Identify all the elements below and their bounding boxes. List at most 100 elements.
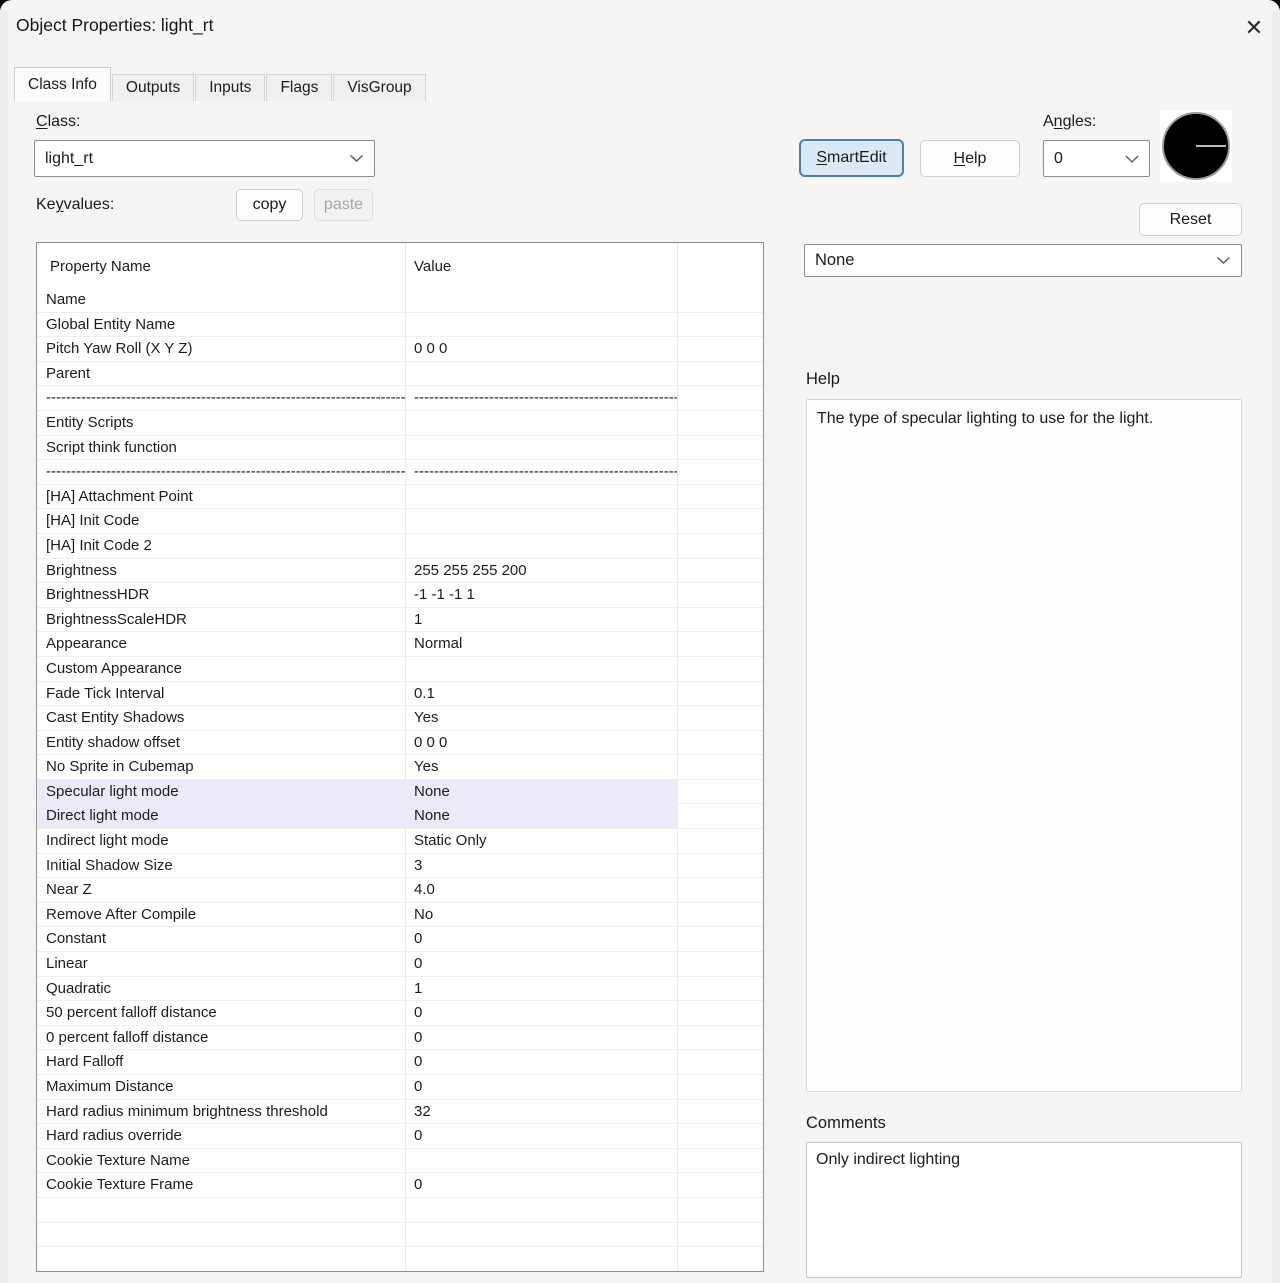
table-cell-value [406, 411, 678, 435]
tab-outputs[interactable]: Outputs [112, 74, 194, 101]
table-row[interactable]: Hard radius minimum brightness threshold… [37, 1100, 763, 1125]
table-cell-name: ----------------------------------------… [37, 386, 406, 410]
table-cell-name: Fade Tick Interval [37, 682, 406, 706]
table-cell-name: Global Entity Name [37, 313, 406, 337]
chevron-down-icon [1216, 256, 1231, 265]
table-cell-value: 1 [406, 608, 678, 632]
table-row[interactable]: Fade Tick Interval0.1 [37, 682, 763, 707]
table-cell-name: BrightnessScaleHDR [37, 608, 406, 632]
table-row[interactable]: Pitch Yaw Roll (X Y Z)0 0 0 [37, 337, 763, 362]
angle-dial-needle [1196, 145, 1226, 147]
table-cell-value: 0 [406, 1026, 678, 1050]
table-row[interactable]: Name [37, 288, 763, 313]
table-cell-extra [678, 1026, 763, 1050]
table-cell-value [406, 1198, 678, 1222]
table-row[interactable]: Specular light modeNone [37, 780, 763, 805]
table-cell-value [406, 1223, 678, 1247]
table-row[interactable]: 0 percent falloff distance0 [37, 1026, 763, 1051]
table-row[interactable]: ----------------------------------------… [37, 386, 763, 411]
table-cell-value [406, 288, 678, 312]
table-row[interactable]: [HA] Init Code 2 [37, 534, 763, 559]
close-button[interactable]: ✕ [1238, 12, 1270, 44]
table-cell-name: Custom Appearance [37, 657, 406, 681]
table-row[interactable]: Entity shadow offset0 0 0 [37, 731, 763, 756]
table-row[interactable]: Indirect light modeStatic Only [37, 829, 763, 854]
table-cell-extra [678, 313, 763, 337]
class-dropdown-value: light_rt [45, 150, 93, 168]
table-cell-value [406, 485, 678, 509]
table-cell-extra [678, 977, 763, 1001]
table-cell-extra [678, 411, 763, 435]
table-row[interactable]: Entity Scripts [37, 411, 763, 436]
help-button[interactable]: Help [920, 140, 1020, 177]
table-row[interactable]: Brightness255 255 255 200 [37, 559, 763, 584]
table-cell-name: Near Z [37, 878, 406, 902]
table-cell-value: Static Only [406, 829, 678, 853]
tab-flags[interactable]: Flags [266, 74, 332, 101]
specular-mode-dropdown[interactable]: None [804, 244, 1242, 277]
table-row[interactable]: Parent [37, 362, 763, 387]
table-cell-name: Entity Scripts [37, 411, 406, 435]
table-row[interactable]: Remove After CompileNo [37, 903, 763, 928]
table-row[interactable]: Near Z4.0 [37, 878, 763, 903]
table-row[interactable]: [HA] Attachment Point [37, 485, 763, 510]
table-row[interactable] [37, 1247, 763, 1272]
table-cell-value: 1 [406, 977, 678, 1001]
table-row[interactable]: Linear0 [37, 952, 763, 977]
angle-dial[interactable] [1160, 110, 1232, 182]
table-row[interactable]: Hard radius override0 [37, 1124, 763, 1149]
table-row[interactable] [37, 1223, 763, 1248]
table-cell-value: ----------------------------------------… [406, 460, 678, 484]
table-cell-value [406, 1149, 678, 1173]
table-row[interactable]: Maximum Distance0 [37, 1075, 763, 1100]
table-row[interactable]: 50 percent falloff distance0 [37, 1001, 763, 1026]
table-cell-value: 0 [406, 927, 678, 951]
table-cell-value: 0 [406, 1075, 678, 1099]
table-row[interactable]: AppearanceNormal [37, 632, 763, 657]
table-row[interactable]: Direct light modeNone [37, 804, 763, 829]
table-row[interactable]: Global Entity Name [37, 313, 763, 338]
tab-visgroup[interactable]: VisGroup [333, 74, 425, 101]
comments-section-title: Comments [806, 1114, 886, 1133]
table-cell-value [406, 509, 678, 533]
table-row[interactable]: [HA] Init Code [37, 509, 763, 534]
table-cell-extra [678, 608, 763, 632]
paste-button[interactable]: paste [314, 189, 373, 221]
tab-class-info[interactable]: Class Info [14, 67, 111, 101]
table-row[interactable]: BrightnessHDR-1 -1 -1 1 [37, 583, 763, 608]
table-row[interactable]: Cast Entity ShadowsYes [37, 706, 763, 731]
property-table-body: NameGlobal Entity NamePitch Yaw Roll (X … [37, 288, 763, 1272]
table-row[interactable]: BrightnessScaleHDR1 [37, 608, 763, 633]
table-row[interactable]: Cookie Texture Name [37, 1149, 763, 1174]
tab-inputs[interactable]: Inputs [195, 74, 265, 101]
table-row[interactable]: Script think function [37, 436, 763, 461]
table-cell-name [37, 1223, 406, 1247]
table-row[interactable]: Cookie Texture Frame0 [37, 1173, 763, 1198]
table-cell-value: Normal [406, 632, 678, 656]
reset-button[interactable]: Reset [1139, 203, 1242, 236]
table-cell-extra [678, 1050, 763, 1074]
help-section-title: Help [806, 370, 840, 389]
angles-dropdown[interactable]: 0 [1043, 140, 1150, 177]
column-header-property-name: Property Name [37, 243, 406, 288]
table-cell-extra [678, 436, 763, 460]
comments-textarea[interactable]: Only indirect lighting [806, 1142, 1242, 1278]
table-cell-extra [678, 362, 763, 386]
class-dropdown[interactable]: light_rt [34, 140, 375, 177]
table-row[interactable]: No Sprite in CubemapYes [37, 755, 763, 780]
table-row[interactable]: Hard Falloff0 [37, 1050, 763, 1075]
smartedit-button[interactable]: SmartEdit [799, 139, 904, 177]
table-cell-value: 0 [406, 1001, 678, 1025]
window-right-edge [1272, 10, 1280, 1283]
table-cell-name: Hard radius minimum brightness threshold [37, 1100, 406, 1124]
table-row[interactable]: Initial Shadow Size3 [37, 854, 763, 879]
table-row[interactable]: Custom Appearance [37, 657, 763, 682]
table-cell-value: 0 [406, 1124, 678, 1148]
table-row[interactable]: ----------------------------------------… [37, 460, 763, 485]
table-row[interactable]: Quadratic1 [37, 977, 763, 1002]
table-row[interactable]: Constant0 [37, 927, 763, 952]
table-row[interactable] [37, 1198, 763, 1223]
table-cell-value: 4.0 [406, 878, 678, 902]
table-cell-name: Specular light mode [37, 780, 406, 804]
copy-button[interactable]: copy [236, 189, 303, 221]
